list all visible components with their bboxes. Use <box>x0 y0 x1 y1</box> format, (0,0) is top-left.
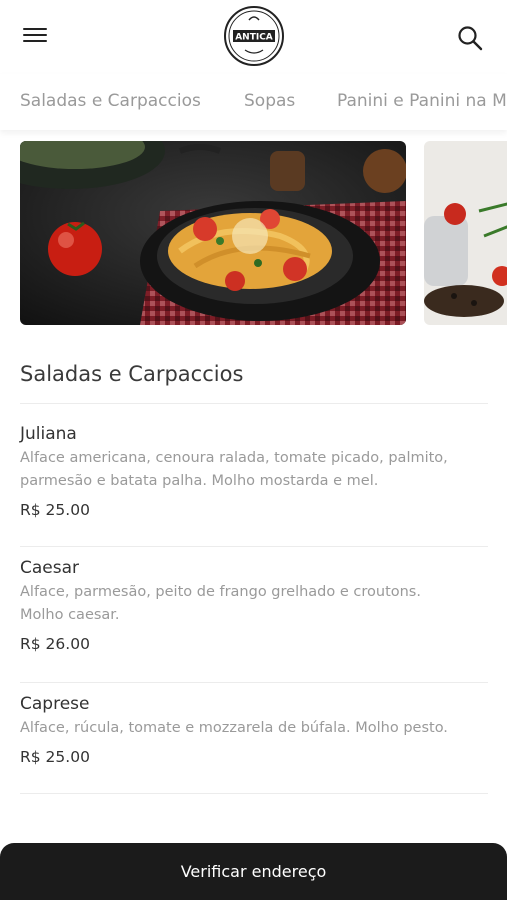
divider <box>20 403 488 404</box>
item-description: Alface, parmesão, peito de frango grelha… <box>20 584 421 623</box>
divider <box>20 793 488 794</box>
tab-panini[interactable]: Panini e Panini na M <box>337 91 507 111</box>
item-name: Caesar <box>20 558 80 578</box>
item-price: R$ 26.00 <box>20 635 90 653</box>
item-description: Alface, rúcula, tomate e mozzarela de bú… <box>20 720 448 736</box>
tab-saladas-e-carpaccios[interactable]: Saladas e Carpaccios <box>20 91 201 111</box>
antica-logo[interactable]: ANTICA <box>223 5 285 67</box>
item-price: R$ 25.00 <box>20 748 90 766</box>
hamburger-menu-icon[interactable] <box>23 28 47 46</box>
divider <box>20 546 488 547</box>
top-bar: ANTICA <box>0 0 507 74</box>
category-tabs: Saladas e Carpaccios Sopas Panini e Pani… <box>0 74 507 130</box>
item-price: R$ 25.00 <box>20 501 90 519</box>
menu-item[interactable]: Caprese Alface, rúcula, tomate e mozzare… <box>20 692 488 768</box>
spices-image[interactable] <box>424 141 507 325</box>
menu-item[interactable]: Juliana Alface americana, cenoura ralada… <box>20 422 488 521</box>
item-name: Juliana <box>20 424 77 444</box>
verify-address-label: Verificar endereço <box>180 862 327 881</box>
divider <box>20 682 488 683</box>
item-description: Alface americana, cenoura ralada, tomate… <box>20 450 448 489</box>
section-title: Saladas e Carpaccios <box>20 362 244 386</box>
pasta-dish-image[interactable] <box>20 141 406 325</box>
svg-text:ANTICA: ANTICA <box>235 33 273 43</box>
item-name: Caprese <box>20 694 90 714</box>
tab-sopas[interactable]: Sopas <box>244 91 295 111</box>
search-icon[interactable] <box>456 24 484 52</box>
menu-item[interactable]: Caesar Alface, parmesão, peito de frango… <box>20 556 488 655</box>
verify-address-button[interactable]: Verificar endereço <box>0 843 507 900</box>
